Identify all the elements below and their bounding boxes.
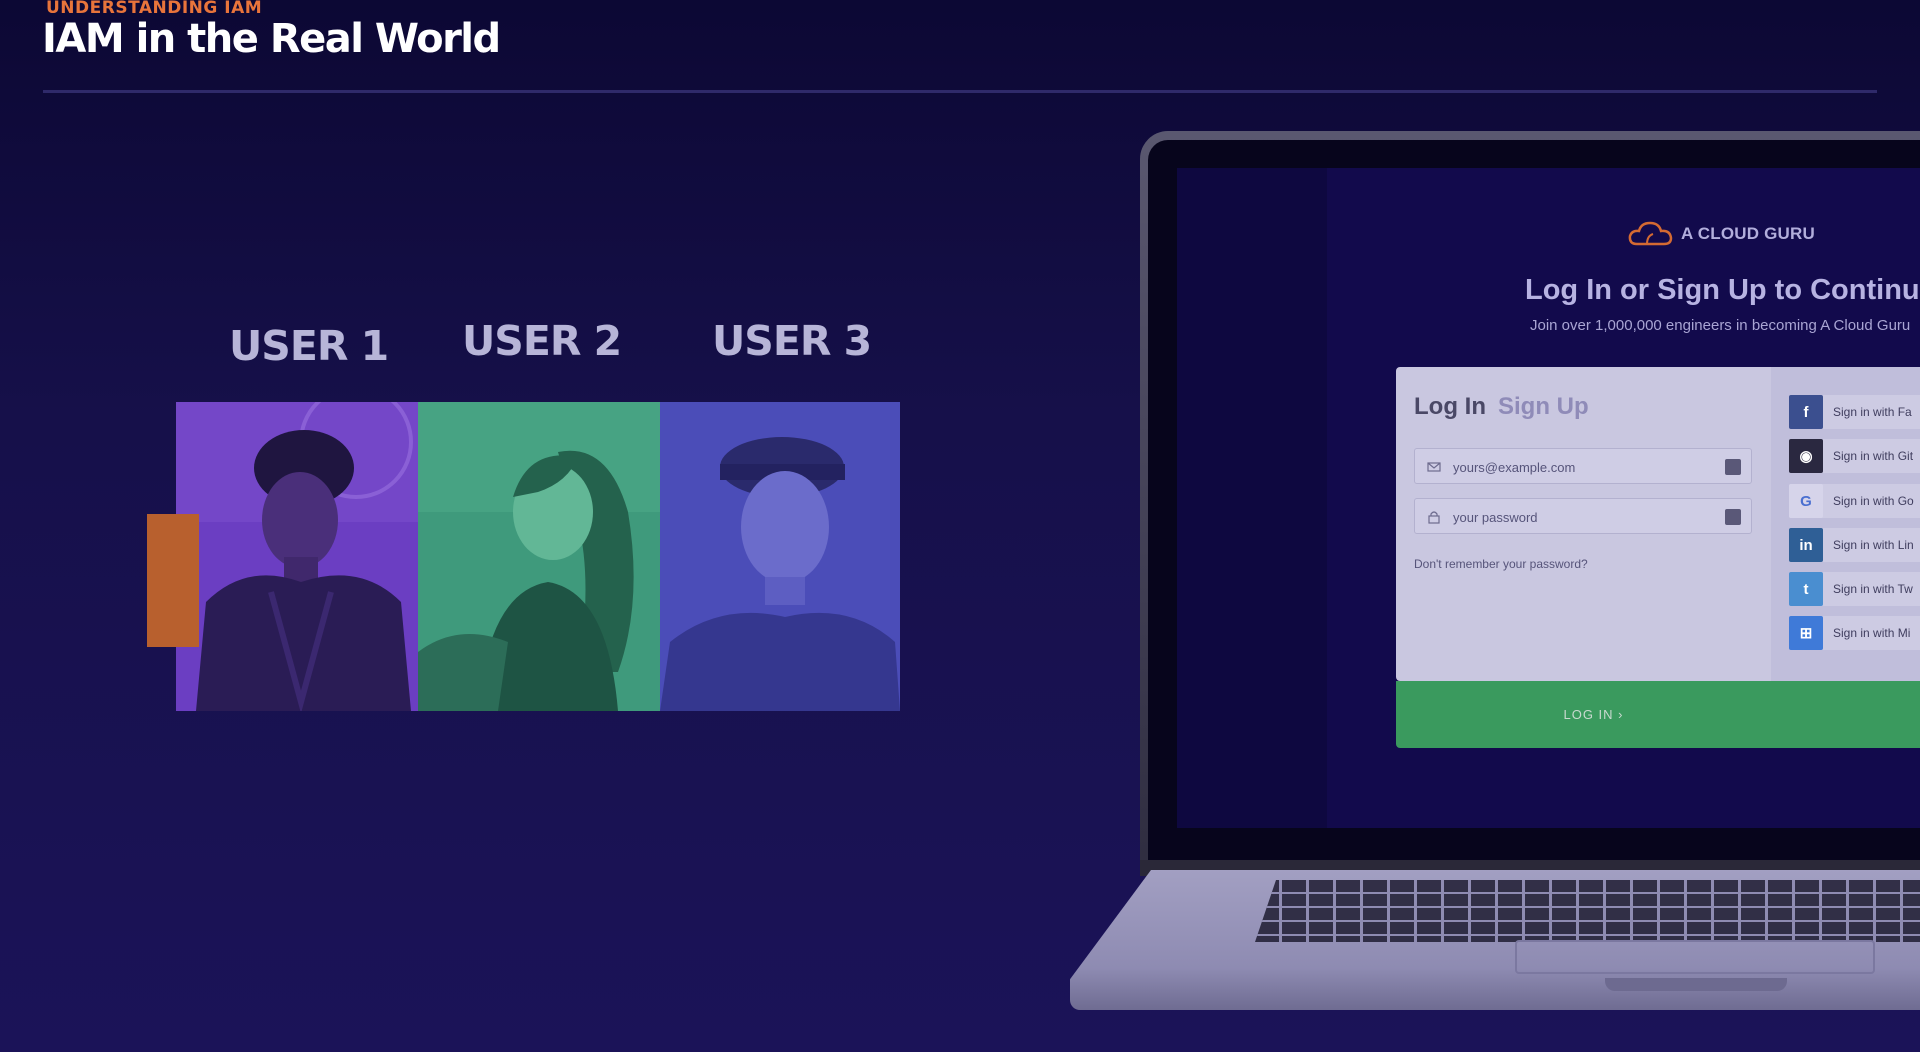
login-form: Log In Sign Up yours@example.com your pa…: [1396, 367, 1771, 681]
social-login-linkedin[interactable]: in Sign in with Lin: [1789, 528, 1920, 562]
email-placeholder: yours@example.com: [1453, 460, 1576, 475]
facebook-icon: f: [1789, 395, 1823, 429]
brand-name: A CLOUD GURU: [1681, 224, 1815, 243]
social-login-facebook[interactable]: f Sign in with Fa: [1789, 395, 1920, 429]
tab-log-in[interactable]: Log In: [1414, 393, 1486, 421]
log-in-button[interactable]: LOG IN ›: [1396, 681, 1920, 748]
user-2-label: USER 2: [462, 317, 622, 365]
password-manager-icon[interactable]: [1725, 459, 1741, 475]
screen-side-panel: [1177, 168, 1327, 828]
login-subheading: Join over 1,000,000 engineers in becomin…: [1530, 317, 1911, 334]
user-3-label: USER 3: [712, 317, 872, 365]
social-login-label: Sign in with Go: [1833, 494, 1914, 508]
login-card: Log In Sign Up yours@example.com your pa…: [1396, 367, 1920, 681]
social-login-github[interactable]: ◉ Sign in with Git: [1789, 439, 1920, 473]
brand-logo: A CLOUD GURU: [1627, 220, 1815, 248]
laptop-notch: [1605, 978, 1787, 991]
social-login-label: Sign in with Git: [1833, 449, 1914, 463]
lock-icon: [1428, 511, 1440, 524]
twitter-icon: t: [1789, 572, 1823, 606]
social-login-microsoft[interactable]: ⊞ Sign in with Mi: [1789, 616, 1920, 650]
social-login-label: Sign in with Fa: [1833, 405, 1912, 419]
github-icon: ◉: [1789, 439, 1823, 473]
password-field[interactable]: your password: [1414, 498, 1752, 534]
social-login-label: Sign in with Mi: [1833, 626, 1911, 640]
google-icon: G: [1789, 484, 1823, 518]
slide: UNDERSTANDING IAM IAM in the Real World …: [0, 0, 1920, 1052]
email-field[interactable]: yours@example.com: [1414, 448, 1752, 484]
password-placeholder: your password: [1453, 510, 1538, 525]
microsoft-icon: ⊞: [1789, 616, 1823, 650]
password-manager-icon[interactable]: [1725, 509, 1741, 525]
social-login-google[interactable]: G Sign in with Go: [1789, 484, 1920, 518]
linkedin-icon: in: [1789, 528, 1823, 562]
cloud-icon: [1628, 221, 1673, 246]
envelope-icon: [1427, 462, 1441, 472]
laptop-trackpad: [1515, 940, 1875, 974]
user-1-photo: [176, 402, 418, 711]
slide-title: IAM in the Real World: [42, 16, 501, 62]
tab-sign-up[interactable]: Sign Up: [1498, 393, 1589, 421]
forgot-password-link[interactable]: Don't remember your password?: [1414, 557, 1588, 571]
log-in-button-label: LOG IN ›: [1563, 707, 1624, 722]
user-3-photo: [660, 402, 900, 711]
accent-block: [147, 514, 199, 647]
social-login-label: Sign in with Lin: [1833, 538, 1914, 552]
user-2-photo: [418, 402, 660, 711]
laptop-screen: A CLOUD GURU Log In or Sign Up to Contin…: [1177, 168, 1920, 828]
login-heading: Log In or Sign Up to Continue: [1525, 274, 1920, 306]
user-1-label: USER 1: [229, 322, 389, 370]
social-login-list: f Sign in with Fa ◉ Sign in with Git G S…: [1771, 367, 1920, 681]
social-login-label: Sign in with Tw: [1833, 582, 1913, 596]
social-login-twitter[interactable]: t Sign in with Tw: [1789, 572, 1920, 606]
keyboard-rows: [1255, 880, 1920, 942]
title-divider: [43, 90, 1877, 93]
